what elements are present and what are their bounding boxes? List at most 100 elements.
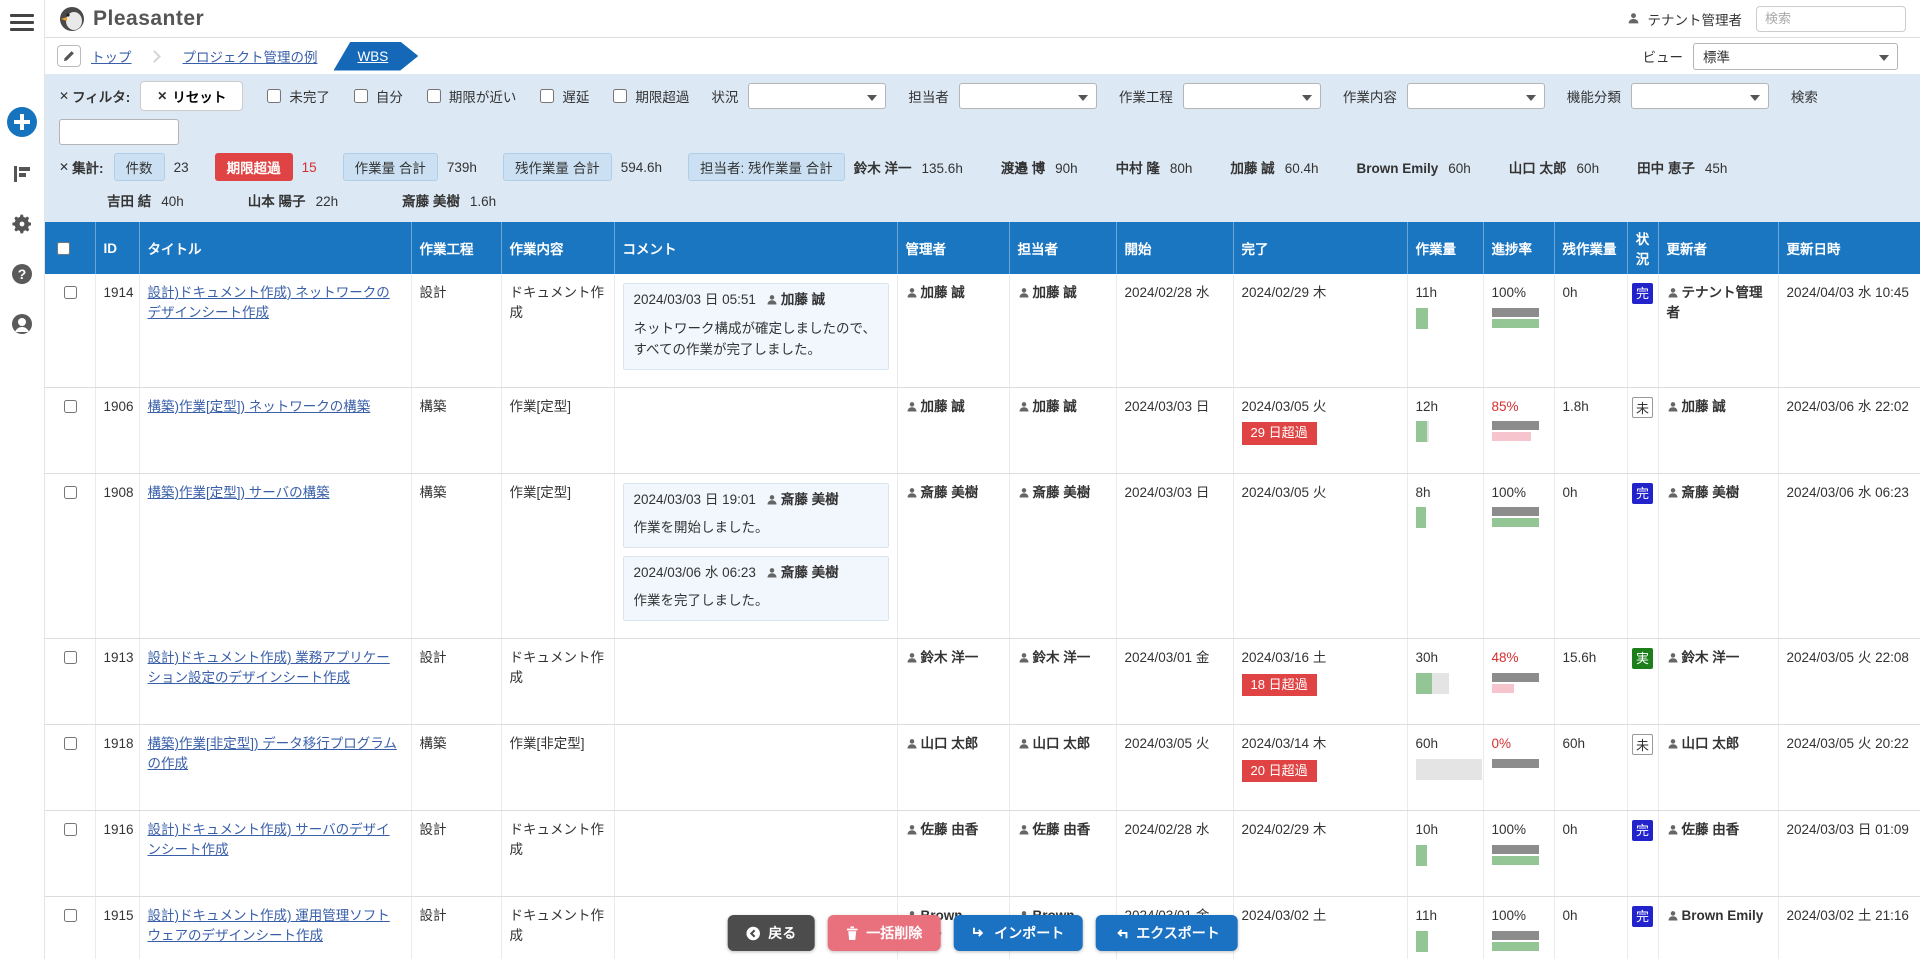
new-item-icon[interactable] bbox=[7, 107, 37, 137]
account-icon[interactable] bbox=[9, 311, 35, 337]
col-manager[interactable]: 管理者 bbox=[897, 222, 1009, 274]
row-updated: 2024/03/05 火 20:22 bbox=[1778, 725, 1920, 811]
row-remaining: 0h bbox=[1554, 473, 1627, 638]
aggregate-bar: ✕集計: 件数 23 期限超過 15 作業量 合計 739h 残作業量 合計 5… bbox=[45, 151, 1920, 222]
bulk-delete-button[interactable]: 一括削除 bbox=[827, 915, 940, 951]
checkbox[interactable] bbox=[267, 89, 281, 103]
filter-process-label: 作業工程 bbox=[1119, 86, 1173, 106]
comment-box: 2024/03/03 日 19:01斎藤 美樹 作業を開始しました。 bbox=[623, 483, 889, 548]
comment-cell bbox=[614, 725, 897, 811]
filter-checkbox-delay[interactable]: 遅延 bbox=[536, 86, 589, 106]
row-id: 1916 bbox=[95, 811, 139, 897]
row-start-date: 2024/03/01 金 bbox=[1116, 639, 1233, 725]
row-progress: 85% bbox=[1483, 387, 1554, 473]
checkbox[interactable] bbox=[427, 89, 441, 103]
row-progress: 100% bbox=[1483, 473, 1554, 638]
filter-search-input[interactable] bbox=[59, 119, 179, 145]
icon-rail: ? bbox=[0, 0, 44, 959]
table-row: 1908 構築)作業[定型]) サーバの構築 構築 作業[定型] 2024/03… bbox=[45, 473, 1920, 638]
row-finish-date: 2024/03/02 土 bbox=[1233, 897, 1407, 959]
progress-bar bbox=[1492, 845, 1539, 865]
checkbox[interactable] bbox=[613, 89, 627, 103]
current-user-name: テナント管理者 bbox=[1648, 9, 1743, 29]
view-select[interactable]: 標準 bbox=[1693, 43, 1898, 70]
col-title[interactable]: タイトル bbox=[139, 222, 411, 274]
menu-icon[interactable] bbox=[10, 10, 34, 35]
filter-checkbox-incomplete[interactable]: 未完了 bbox=[263, 86, 330, 106]
comment-date: 2024/03/03 日 19:01 bbox=[634, 492, 756, 507]
col-finish[interactable]: 完了 bbox=[1233, 222, 1407, 274]
col-process[interactable]: 作業工程 bbox=[411, 222, 501, 274]
row-process: 設計 bbox=[411, 897, 501, 959]
filter-checkbox-own[interactable]: 自分 bbox=[350, 86, 403, 106]
current-user[interactable]: テナント管理者 bbox=[1627, 9, 1743, 29]
filter-worktype-select[interactable] bbox=[1407, 83, 1545, 109]
row-worktype: 作業[定型] bbox=[501, 473, 614, 638]
chevron-down-icon bbox=[1302, 95, 1312, 101]
col-progress[interactable]: 進捗率 bbox=[1483, 222, 1554, 274]
row-title-link[interactable]: 設計)ドキュメント作成) サーバのデザインシート作成 bbox=[148, 822, 390, 857]
row-title-link[interactable]: 設計)ドキュメント作成) 運用管理ソフトウェアのデザインシート作成 bbox=[148, 908, 390, 943]
row-manager: 加藤 誠 bbox=[897, 387, 1009, 473]
filter-checkbox-overdue[interactable]: 期限超過 bbox=[609, 86, 689, 106]
row-work: 8h bbox=[1407, 473, 1483, 638]
select-all-checkbox[interactable] bbox=[57, 242, 70, 255]
clear-aggregate-icon[interactable]: ✕ bbox=[59, 160, 69, 174]
filter-status-select[interactable] bbox=[748, 83, 886, 109]
owner-total: 渡邉 博90h bbox=[1001, 161, 1078, 176]
row-checkbox[interactable] bbox=[64, 286, 77, 299]
filter-category-select[interactable] bbox=[1631, 83, 1769, 109]
col-comment[interactable]: コメント bbox=[614, 222, 897, 274]
filter-reset-button[interactable]: ✕リセット bbox=[140, 81, 243, 111]
row-checkbox[interactable] bbox=[64, 823, 77, 836]
app-logo[interactable]: Pleasanter bbox=[59, 6, 204, 32]
row-checkbox[interactable] bbox=[64, 909, 77, 922]
row-title-link[interactable]: 構築)作業[非定型]) データ移行プログラムの作成 bbox=[148, 736, 397, 771]
export-button[interactable]: エクスポート bbox=[1095, 915, 1238, 951]
breadcrumb-link-top[interactable]: トップ bbox=[91, 46, 132, 66]
row-checkbox[interactable] bbox=[64, 737, 77, 750]
col-worktype[interactable]: 作業内容 bbox=[501, 222, 614, 274]
row-updated: 2024/03/02 土 21:16 bbox=[1778, 897, 1920, 959]
row-checkbox[interactable] bbox=[64, 400, 77, 413]
chevron-down-icon bbox=[1750, 95, 1760, 101]
filter-process-select[interactable] bbox=[1183, 83, 1321, 109]
filter-owner-select[interactable] bbox=[959, 83, 1097, 109]
user-icon bbox=[766, 567, 778, 579]
breadcrumb-link-project[interactable]: プロジェクト管理の例 bbox=[183, 46, 318, 66]
col-id[interactable]: ID bbox=[95, 222, 139, 274]
row-progress: 48% bbox=[1483, 639, 1554, 725]
col-updated[interactable]: 更新日時 bbox=[1778, 222, 1920, 274]
row-checkbox[interactable] bbox=[64, 651, 77, 664]
row-title-link[interactable]: 設計)ドキュメント作成) ネットワークのデザインシート作成 bbox=[148, 285, 390, 320]
col-work[interactable]: 作業量 bbox=[1407, 222, 1483, 274]
col-remaining[interactable]: 残作業量 bbox=[1554, 222, 1627, 274]
row-title-link[interactable]: 構築)作業[定型]) サーバの構築 bbox=[148, 485, 330, 500]
checkbox[interactable] bbox=[354, 89, 368, 103]
col-owner[interactable]: 担当者 bbox=[1009, 222, 1116, 274]
row-select-cell bbox=[45, 274, 95, 387]
filter-checkbox-near-deadline[interactable]: 期限が近い bbox=[423, 86, 517, 106]
help-icon[interactable]: ? bbox=[9, 261, 35, 287]
col-updater[interactable]: 更新者 bbox=[1658, 222, 1778, 274]
row-title-link[interactable]: 構築)作業[定型]) ネットワークの構築 bbox=[148, 399, 371, 414]
import-button[interactable]: インポート bbox=[953, 915, 1082, 951]
row-checkbox[interactable] bbox=[64, 486, 77, 499]
back-arrow-icon bbox=[745, 926, 760, 941]
row-title-link[interactable]: 設計)ドキュメント作成) 業務アプリケーション設定のデザインシート作成 bbox=[148, 650, 390, 685]
clear-filter-icon[interactable]: ✕ bbox=[59, 89, 69, 103]
count-chip: 件数 bbox=[114, 153, 165, 181]
col-start[interactable]: 開始 bbox=[1116, 222, 1233, 274]
back-button[interactable]: 戻る bbox=[727, 915, 814, 951]
row-select-cell bbox=[45, 811, 95, 897]
global-search-input[interactable] bbox=[1756, 6, 1906, 32]
breadcrumb-current-wbs[interactable]: WBS bbox=[334, 42, 419, 71]
work-bar bbox=[1416, 507, 1426, 528]
col-status[interactable]: 状況 bbox=[1627, 222, 1658, 274]
checkbox[interactable] bbox=[540, 89, 554, 103]
edit-pencil-icon[interactable] bbox=[57, 45, 81, 67]
row-manager: 斎藤 美樹 bbox=[897, 473, 1009, 638]
settings-gear-icon[interactable] bbox=[9, 211, 35, 237]
index-chart-icon[interactable] bbox=[9, 161, 35, 187]
bottom-toolbar: 戻る 一括削除 インポート エクスポート bbox=[727, 915, 1238, 951]
